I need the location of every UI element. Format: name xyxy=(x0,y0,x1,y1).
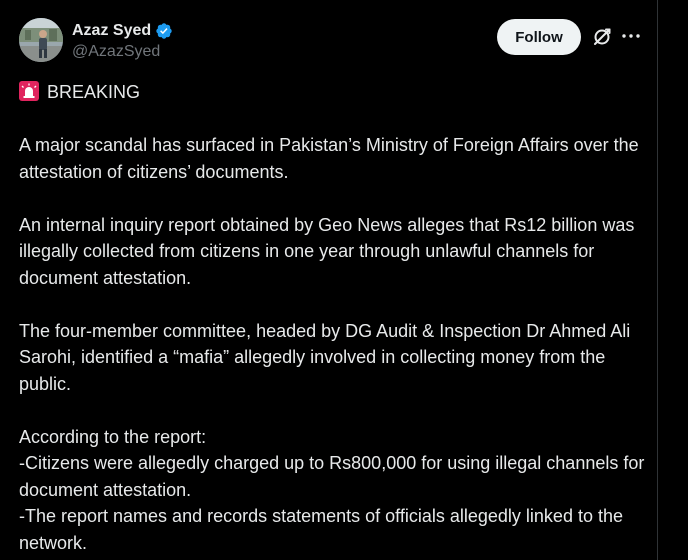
more-options-icon[interactable] xyxy=(620,25,642,47)
avatar-photo xyxy=(19,18,63,62)
handle[interactable]: @AzazSyed xyxy=(72,43,173,61)
post: Azaz Syed @AzazSyed Follow BREAKING A ma… xyxy=(0,0,657,560)
report-point-2: -The report names and records statements… xyxy=(19,506,623,553)
column-divider xyxy=(657,0,658,560)
rotating-light-emoji xyxy=(19,81,39,101)
display-name[interactable]: Azaz Syed xyxy=(72,22,151,40)
display-name-row: Azaz Syed xyxy=(72,20,173,42)
grok-icon[interactable] xyxy=(591,26,613,48)
post-header: Azaz Syed @AzazSyed Follow xyxy=(19,18,642,66)
breaking-line: BREAKING xyxy=(19,79,649,106)
author-names: Azaz Syed @AzazSyed xyxy=(72,20,173,61)
verified-badge-icon[interactable] xyxy=(155,22,173,40)
report-intro: According to the report: xyxy=(19,426,207,447)
avatar[interactable] xyxy=(19,18,63,62)
breaking-label: BREAKING xyxy=(47,82,141,102)
paragraph-1: A major scandal has surfaced in Pakistan… xyxy=(19,135,639,182)
follow-button[interactable]: Follow xyxy=(497,19,581,55)
post-text: BREAKING A major scandal has surfaced in… xyxy=(19,79,649,556)
paragraph-3: The four-member committee, headed by DG … xyxy=(19,320,631,394)
report-point-1: -Citizens were allegedly charged up to R… xyxy=(19,453,645,500)
paragraph-2: An internal inquiry report obtained by G… xyxy=(19,214,635,288)
